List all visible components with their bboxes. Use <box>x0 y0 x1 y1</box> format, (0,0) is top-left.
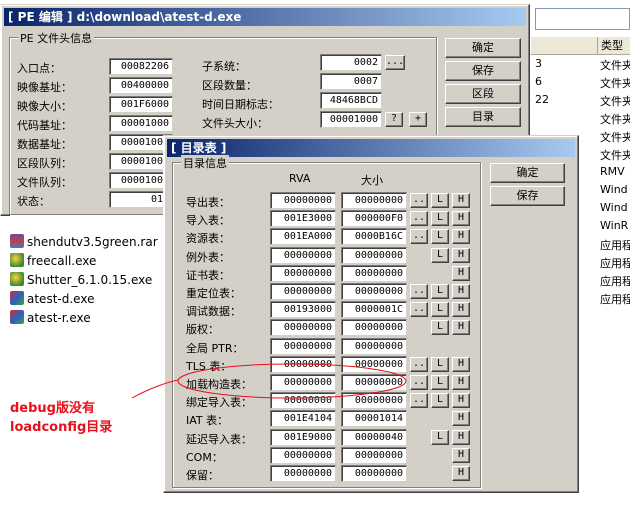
annotation-line2: loadconfig目录 <box>10 420 113 435</box>
annotation-text: debug版没有 loadconfig目录 <box>10 399 112 437</box>
annotation-arrow-line <box>131 379 179 399</box>
annotation-ellipse <box>177 363 407 399</box>
annotation-line1: debug版没有 <box>10 401 95 416</box>
annotation-overlay <box>131 363 407 399</box>
